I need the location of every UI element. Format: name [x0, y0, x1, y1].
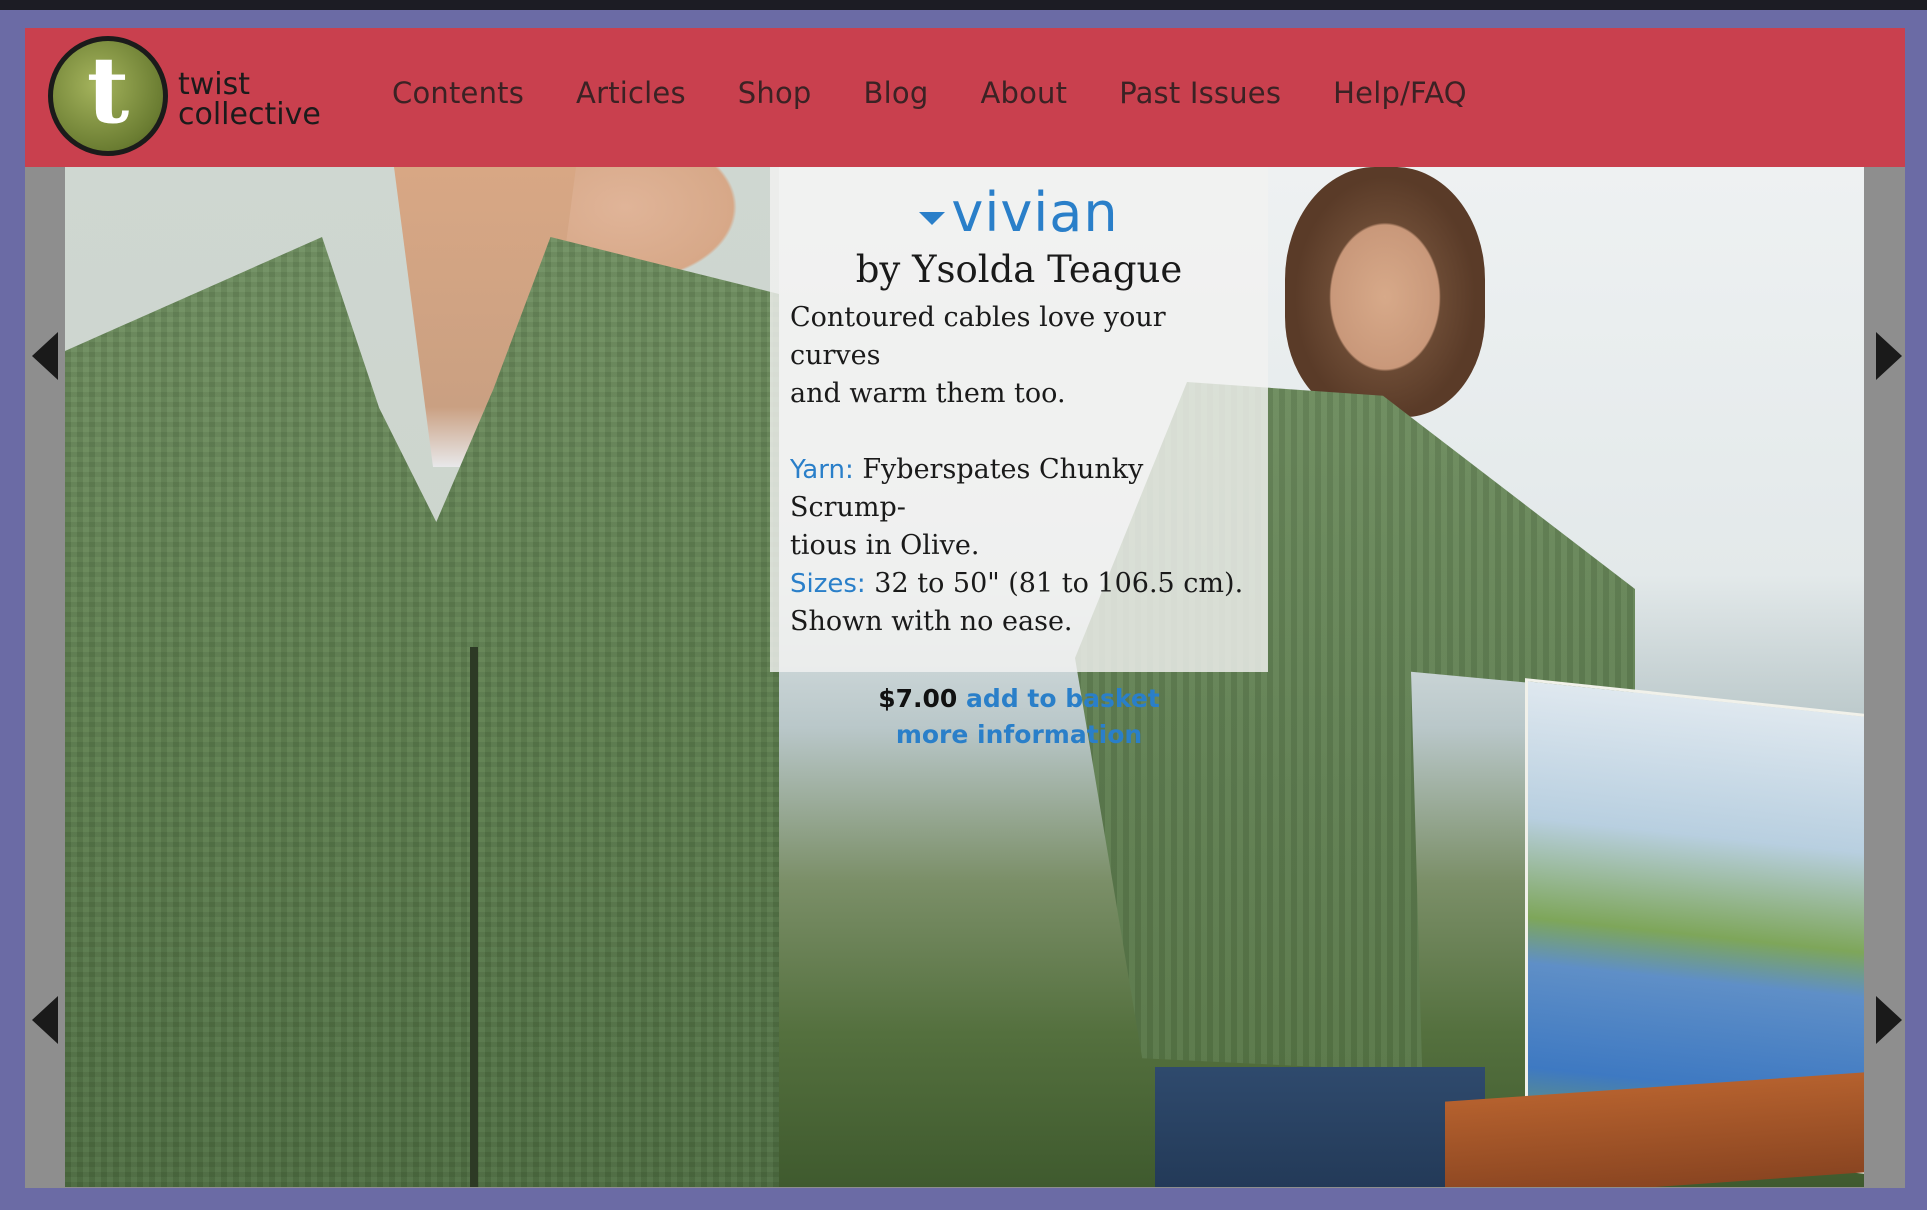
right-model-head [1285, 167, 1485, 417]
more-information-link[interactable]: more information [896, 720, 1142, 749]
sweater-zipper [470, 647, 478, 1187]
add-to-basket-link[interactable]: add to basket [966, 684, 1160, 713]
logo-wordmark[interactable]: twist collective [178, 70, 321, 130]
window-top-strip [0, 0, 1927, 10]
pattern-price: $7.00 [878, 684, 958, 713]
left-model-photo [65, 167, 779, 1187]
sizes-value: 32 to 50" (81 to 106.5 cm). [874, 568, 1244, 599]
yarn-spec: Yarn: Fyberspates Chunky Scrump- tious i… [790, 451, 1248, 641]
logo-line-1: twist [178, 67, 251, 102]
yarn-label: Yarn: [790, 455, 854, 485]
tagline-line-1: Contoured cables love your curves [790, 302, 1166, 371]
pattern-info-panel: vivian by Ysolda Teague Contoured cables… [770, 167, 1268, 749]
pattern-title[interactable]: vivian [951, 183, 1118, 243]
caret-left-icon[interactable] [32, 996, 58, 1044]
sizes-label: Sizes: [790, 569, 866, 599]
tagline-line-2: and warm them too. [790, 378, 1066, 409]
logo-letter: t [86, 36, 130, 144]
pattern-title-row[interactable]: vivian [790, 183, 1248, 243]
pattern-tagline: Contoured cables love your curves and wa… [790, 299, 1248, 413]
nav-contents[interactable]: Contents [392, 76, 524, 116]
model-jeans [1155, 1067, 1485, 1187]
caret-right-icon[interactable] [1876, 996, 1902, 1044]
site-logo[interactable]: t [48, 36, 168, 156]
logo-line-2: collective [178, 97, 321, 132]
pattern-designer: by Ysolda Teague [855, 248, 1183, 291]
main-nav: Contents Articles Shop Blog About Past I… [392, 76, 1519, 116]
nav-shop[interactable]: Shop [738, 76, 812, 116]
caret-down-icon[interactable] [919, 212, 946, 225]
nav-blog[interactable]: Blog [864, 76, 929, 116]
caret-right-icon[interactable] [1876, 332, 1902, 380]
nav-articles[interactable]: Articles [576, 76, 686, 116]
more-info-row: more information [790, 717, 1248, 753]
nav-help-faq[interactable]: Help/FAQ [1333, 76, 1467, 116]
price-row: $7.00 add to basket [790, 681, 1248, 717]
caret-left-icon[interactable] [32, 332, 58, 380]
nav-about[interactable]: About [980, 76, 1067, 116]
ease-note: Shown with no ease. [790, 606, 1073, 637]
yarn-value-line-2: tious in Olive. [790, 530, 980, 561]
nav-past-issues[interactable]: Past Issues [1119, 76, 1281, 116]
